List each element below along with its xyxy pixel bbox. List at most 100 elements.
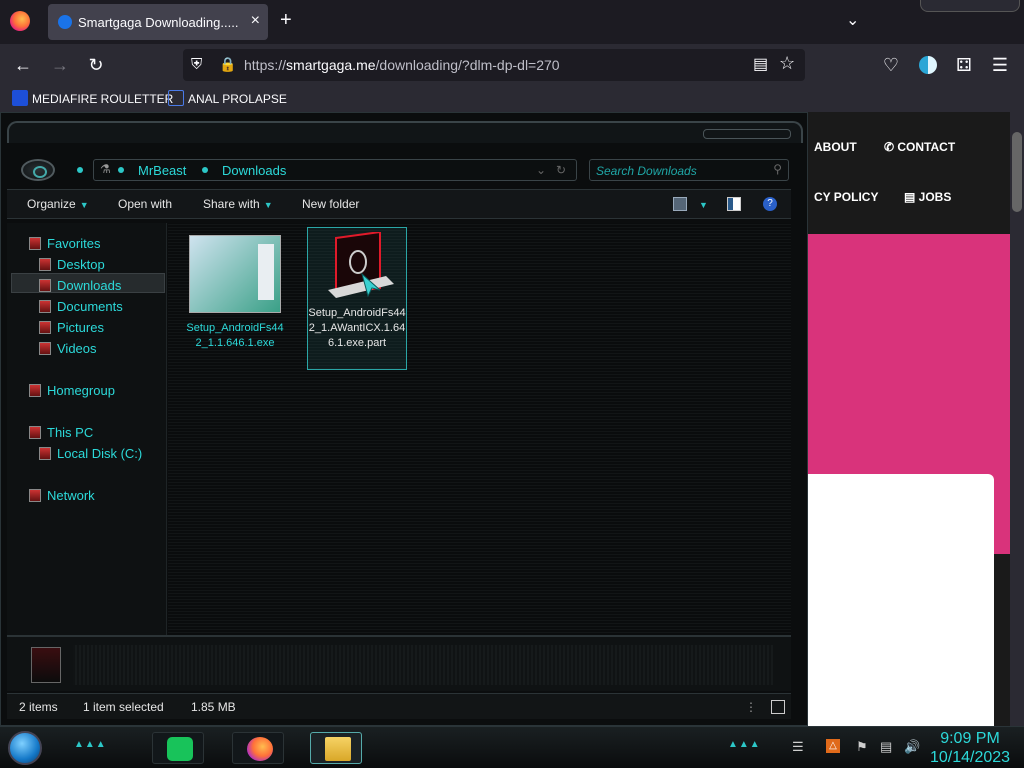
tracking-protection-shield-icon[interactable]: ⛨ — [191, 56, 202, 73]
star-icon — [29, 237, 41, 250]
search-input[interactable] — [596, 163, 766, 178]
nav-videos[interactable]: Videos — [39, 340, 97, 358]
nav-downloads[interactable]: Downloads — [39, 277, 121, 295]
view-options-dropdown[interactable]: ▼ — [695, 197, 708, 211]
taskbar-app-explorer[interactable] — [310, 732, 362, 764]
new-tab-button[interactable]: + — [280, 9, 292, 32]
file-name: Setup_AndroidFs442_1.1.646.1.exe — [186, 322, 284, 349]
breadcrumb-mrbeast[interactable]: MrBeast — [138, 163, 186, 178]
nav-favorites[interactable]: Favorites — [29, 235, 100, 253]
address-bar[interactable]: ⚗ MrBeast Downloads ⌄ ↻ — [93, 159, 577, 181]
reload-icon[interactable]: ↻ — [83, 53, 109, 77]
url-text[interactable]: https://smartgaga.me/downloading/?dlm-dp… — [244, 57, 560, 73]
nav-documents[interactable]: Documents — [39, 298, 123, 316]
new-folder-button[interactable]: New folder — [302, 197, 359, 211]
status-bar: 2 items 1 item selected 1.85 MB ⋮ — [7, 693, 791, 719]
file-list-area[interactable]: Setup_AndroidFs442_1.1.646.1.exe Setup_A… — [168, 223, 791, 635]
phone-icon: ✆ — [884, 140, 898, 154]
browser-tab-bar: Smartgaga Downloading..... | Sm × + ⌄ — [0, 0, 1024, 44]
url-bar[interactable]: ⛨ 🔒 https://smartgaga.me/downloading/?dl… — [183, 49, 805, 81]
notes-app-icon — [167, 737, 193, 761]
window-title-frame — [7, 121, 803, 143]
help-icon[interactable]: ? — [763, 197, 777, 211]
clock-time: 9:09 PM — [940, 730, 1000, 747]
pictures-icon — [39, 321, 51, 334]
window-controls[interactable] — [920, 0, 1020, 12]
firefox-logo-icon[interactable] — [10, 11, 30, 31]
browser-tab-active[interactable]: Smartgaga Downloading..... | Sm × — [48, 4, 268, 40]
site-favicon-icon — [58, 15, 72, 29]
chevron-down-icon[interactable]: ⌄ — [536, 163, 546, 177]
selection-size: 1.85 MB — [191, 700, 236, 714]
chevron-down-icon: ▼ — [263, 200, 273, 210]
file-explorer-window: ⚗ MrBeast Downloads ⌄ ↻ ⚲ Organize▼ Open… — [0, 112, 808, 726]
breadcrumb-separator-icon — [118, 167, 124, 173]
nav-dot-icon — [77, 167, 83, 173]
file-explorer-icon — [325, 737, 351, 761]
organize-button[interactable]: Organize ▼ — [27, 197, 89, 211]
close-tab-icon[interactable]: × — [251, 12, 260, 30]
search-box[interactable]: ⚲ — [589, 159, 789, 181]
command-bar: Organize ▼ Open with Share with ▼ New fold… — [7, 189, 791, 219]
taskbar-app-notes[interactable] — [152, 732, 204, 764]
item-count: 2 items — [19, 700, 58, 714]
large-icons-view-icon[interactable] — [771, 700, 785, 714]
nav-desktop[interactable]: Desktop — [39, 256, 105, 274]
change-view-icon[interactable] — [673, 197, 687, 211]
action-center-flag-icon[interactable]: ⚑ — [856, 739, 868, 755]
network-icon[interactable]: ▤ — [880, 739, 892, 755]
nav-pictures[interactable]: Pictures — [39, 319, 104, 337]
preview-pane-icon[interactable] — [727, 197, 741, 211]
start-button-orb-icon[interactable] — [8, 731, 42, 765]
open-with-button[interactable]: Open with — [118, 197, 172, 211]
clock-date: 10/14/2023 — [929, 749, 1011, 766]
file-item[interactable]: Setup_AndroidFs442_1.1.646.1.exe — [185, 235, 285, 359]
search-icon[interactable]: ⚲ — [773, 162, 782, 176]
share-with-button[interactable]: Share with ▼ — [203, 197, 273, 211]
bookmark-mediafire-rouletter[interactable]: MEDIAFIRE ROULETTER — [12, 90, 173, 108]
details-pane — [7, 635, 791, 691]
bookmark-star-icon[interactable]: ☆ — [779, 53, 795, 74]
back-forward-orb-icon[interactable] — [21, 159, 55, 181]
nav-contact[interactable]: ✆ CONTACT — [884, 140, 955, 154]
address-row: ⚗ MrBeast Downloads ⌄ ↻ ⚲ — [7, 155, 803, 185]
nav-this-pc[interactable]: This PC — [29, 424, 93, 442]
show-hidden-icons-icon[interactable]: ☰ — [792, 739, 804, 755]
bookmark-anal-prolapse[interactable]: ANAL PROLAPSE — [168, 90, 287, 108]
refresh-icon[interactable]: ↻ — [556, 163, 566, 177]
back-arrow-icon[interactable]: ← — [10, 53, 36, 77]
bookmark-icon — [168, 90, 184, 106]
nav-homegroup[interactable]: Homegroup — [29, 382, 115, 400]
computer-icon — [29, 426, 41, 439]
nav-jobs[interactable]: ▤ JOBS — [904, 190, 951, 204]
breadcrumb-downloads[interactable]: Downloads — [222, 163, 286, 178]
nav-privacy-policy[interactable]: CY POLICY — [814, 190, 878, 204]
reader-view-icon[interactable]: ▤ — [753, 54, 768, 74]
app-tray-icon[interactable]: △ — [826, 739, 840, 753]
firefox-icon — [247, 737, 273, 761]
forward-arrow-icon[interactable]: → — [47, 53, 73, 77]
file-item-selected[interactable]: Setup_AndroidFs442_1.AWantICX.1.646.1.ex… — [307, 227, 407, 370]
taskbar-app-firefox[interactable] — [232, 732, 284, 764]
browser-nav-bar: ← → ↻ ⛨ 🔒 https://smartgaga.me/downloadi… — [0, 44, 1024, 86]
file-preview-thumbnail-icon — [31, 647, 61, 683]
pocket-icon[interactable]: ♡ — [878, 53, 904, 77]
extension-theme-icon[interactable] — [915, 53, 941, 77]
nav-local-disk[interactable]: Local Disk (C:) — [39, 445, 142, 463]
details-view-icon[interactable]: ⋮ — [745, 700, 757, 714]
system-clock[interactable]: 9:09 PM 10/14/2023 — [918, 729, 1022, 767]
nav-about[interactable]: ABOUT — [814, 140, 857, 154]
list-all-tabs-icon[interactable]: ⌄ — [846, 10, 859, 30]
folder-skull-icon: ⚗ — [100, 162, 111, 176]
chevron-down-icon: ▼ — [699, 200, 708, 210]
partial-download-alienware-icon — [314, 230, 400, 298]
extensions-puzzle-icon[interactable]: ⚃ — [951, 53, 977, 77]
scrollbar-thumb[interactable] — [1012, 132, 1022, 212]
taskbar: ▲▲▲ ▲▲▲ ☰ △ ⚑ ▤ 🔊 9:09 PM 10/14/2023 — [0, 726, 1024, 768]
lock-icon[interactable]: 🔒 — [219, 56, 236, 73]
hamburger-menu-icon[interactable]: ☰ — [987, 53, 1013, 77]
videos-icon — [39, 342, 51, 355]
page-scrollbar[interactable] — [1010, 112, 1024, 726]
nav-network[interactable]: Network — [29, 487, 95, 505]
bookmarks-toolbar: MEDIAFIRE ROULETTER ANAL PROLAPSE — [0, 86, 1024, 112]
